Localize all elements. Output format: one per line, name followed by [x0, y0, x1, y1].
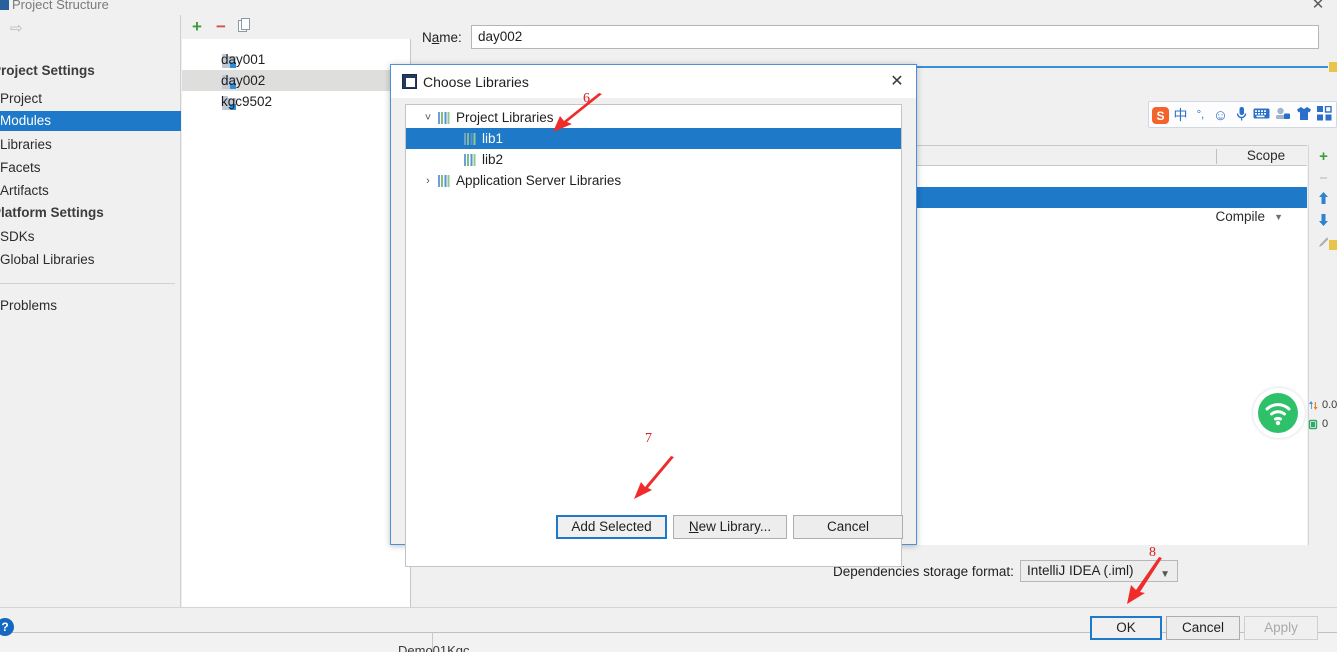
tree-item-lib2[interactable]: lib2	[406, 149, 901, 170]
sidebar-separator	[0, 283, 175, 284]
download-speed-value: 0	[1322, 418, 1329, 430]
new-library-button[interactable]: New Library...	[673, 515, 787, 539]
tree-item-lib1[interactable]: lib1	[406, 128, 901, 149]
sidebar-item-global-libraries[interactable]: Global Libraries	[0, 250, 181, 270]
microphone-icon[interactable]	[1232, 106, 1251, 125]
annotation-arrow-7	[634, 456, 674, 499]
module-name: day001	[221, 52, 266, 67]
download-speed-icon	[1308, 419, 1318, 430]
upload-speed-value: 0.0	[1322, 399, 1337, 411]
chinese-mode-icon[interactable]: 中	[1171, 106, 1190, 125]
copy-icon-svg	[238, 18, 250, 32]
dialog-cancel-button[interactable]: Cancel	[793, 515, 903, 539]
library-icon	[464, 154, 477, 166]
wifi-glyph-svg	[1265, 403, 1291, 426]
intellij-idea-icon	[402, 74, 417, 89]
remove-module-icon[interactable]: −	[212, 18, 230, 36]
sogou-logo-icon[interactable]: S	[1151, 106, 1170, 125]
sidebar-item-project[interactable]: Project	[0, 89, 181, 109]
close-icon[interactable]: ✕	[1307, 0, 1329, 14]
window-app-icon	[0, 0, 9, 10]
annotation-arrow-6	[553, 93, 602, 132]
emoji-icon[interactable]: ☺	[1211, 106, 1230, 125]
annotation-arrow-8	[1127, 557, 1162, 604]
tree-item-label: Project Libraries	[456, 110, 554, 125]
add-module-icon[interactable]: +	[188, 18, 206, 36]
ide-background-label: Demo01Kgc	[398, 643, 470, 652]
cancel-button[interactable]: Cancel	[1166, 616, 1240, 640]
close-icon[interactable]: ✕	[887, 72, 907, 92]
annotation-number-7: 7	[645, 431, 652, 446]
settings-sidebar: ⇨ Project Settings Platform Settings Pro…	[0, 15, 181, 632]
column-header-scope: Scope	[1246, 148, 1286, 163]
toolbox-icon[interactable]	[1273, 106, 1292, 125]
module-name-label: Name:	[422, 30, 462, 45]
punctuation-icon[interactable]: °,	[1191, 106, 1210, 125]
annotation-number-8: 8	[1149, 545, 1156, 560]
sidebar-item-facets[interactable]: Facets	[0, 158, 181, 178]
module-name: kgc9502	[221, 94, 273, 109]
storage-format-value: IntelliJ IDEA (.iml)	[1027, 563, 1134, 578]
modules-list-panel: + − day001 day002 kgc9502	[182, 15, 411, 607]
dialog-button-row: Add Selected New Library... Cancel	[391, 511, 916, 545]
annotation-number-6: 6	[583, 91, 590, 106]
sidebar-item-modules[interactable]: Modules	[0, 111, 181, 131]
scrollbar-marker	[1329, 62, 1337, 72]
chevron-down-icon[interactable]: ˅	[422, 112, 434, 124]
ime-toolbar: S 中 °, ☺	[1148, 101, 1337, 128]
wifi-icon[interactable]	[1258, 393, 1298, 433]
list-item[interactable]: day002	[182, 70, 411, 91]
upload-speed-icon	[1309, 401, 1318, 410]
module-name: day002	[221, 73, 266, 88]
project-structure-titlebar: Project Structure ✕	[0, 0, 1337, 15]
list-item[interactable]: kgc9502	[182, 91, 411, 112]
navigate-forward-icon[interactable]: ⇨	[10, 21, 28, 37]
tree-item-project-libraries[interactable]: ˅ Project Libraries	[406, 107, 901, 128]
apply-button[interactable]: Apply	[1244, 616, 1318, 640]
sidebar-item-problems[interactable]: Problems	[0, 296, 181, 316]
svg-text:S: S	[1156, 109, 1164, 123]
library-icon	[438, 175, 451, 187]
scrollbar-marker	[1329, 240, 1337, 250]
dialog-titlebar: Choose Libraries ✕	[391, 65, 916, 98]
copy-module-icon[interactable]	[236, 18, 254, 36]
apps-grid-icon[interactable]	[1315, 105, 1334, 125]
column-divider	[1216, 149, 1217, 164]
module-name-row: Name: day002	[411, 25, 1337, 53]
sidebar-toolbar: ⇨	[0, 15, 181, 43]
tree-item-label: lib1	[482, 131, 504, 146]
library-icon	[438, 112, 451, 124]
dialog-title: Choose Libraries	[423, 74, 529, 90]
library-icon	[464, 133, 477, 145]
screen-root: Demo01Kgc Project Structure ✕ ⇨ Project …	[0, 0, 1337, 652]
network-speed-widget[interactable]: 0.0 0	[1253, 388, 1337, 438]
sidebar-item-libraries[interactable]: Libraries	[0, 135, 181, 155]
modules-toolbar: + −	[182, 15, 411, 39]
keyboard-icon[interactable]	[1252, 106, 1271, 125]
sidebar-group-platform-settings: Platform Settings	[0, 205, 104, 220]
tree-item-application-server-libraries[interactable]: › Application Server Libraries	[406, 170, 901, 191]
tree-item-label: Application Server Libraries	[456, 173, 622, 188]
module-name-input[interactable]: day002	[471, 25, 1319, 49]
chevron-down-icon[interactable]: ▼	[1274, 212, 1283, 222]
window-title: Project Structure	[12, 0, 109, 12]
sidebar-item-sdks[interactable]: SDKs	[0, 227, 181, 247]
add-selected-button[interactable]: Add Selected	[556, 515, 667, 539]
list-item[interactable]: day001	[182, 49, 411, 70]
chevron-right-icon[interactable]: ›	[422, 175, 434, 187]
skin-icon[interactable]	[1294, 106, 1313, 125]
sidebar-group-project-settings: Project Settings	[0, 63, 95, 78]
sidebar-item-artifacts[interactable]: Artifacts	[0, 181, 181, 201]
scope-value: Compile	[1215, 209, 1265, 224]
tree-item-label: lib2	[482, 152, 504, 167]
ok-button[interactable]: OK	[1090, 616, 1162, 640]
